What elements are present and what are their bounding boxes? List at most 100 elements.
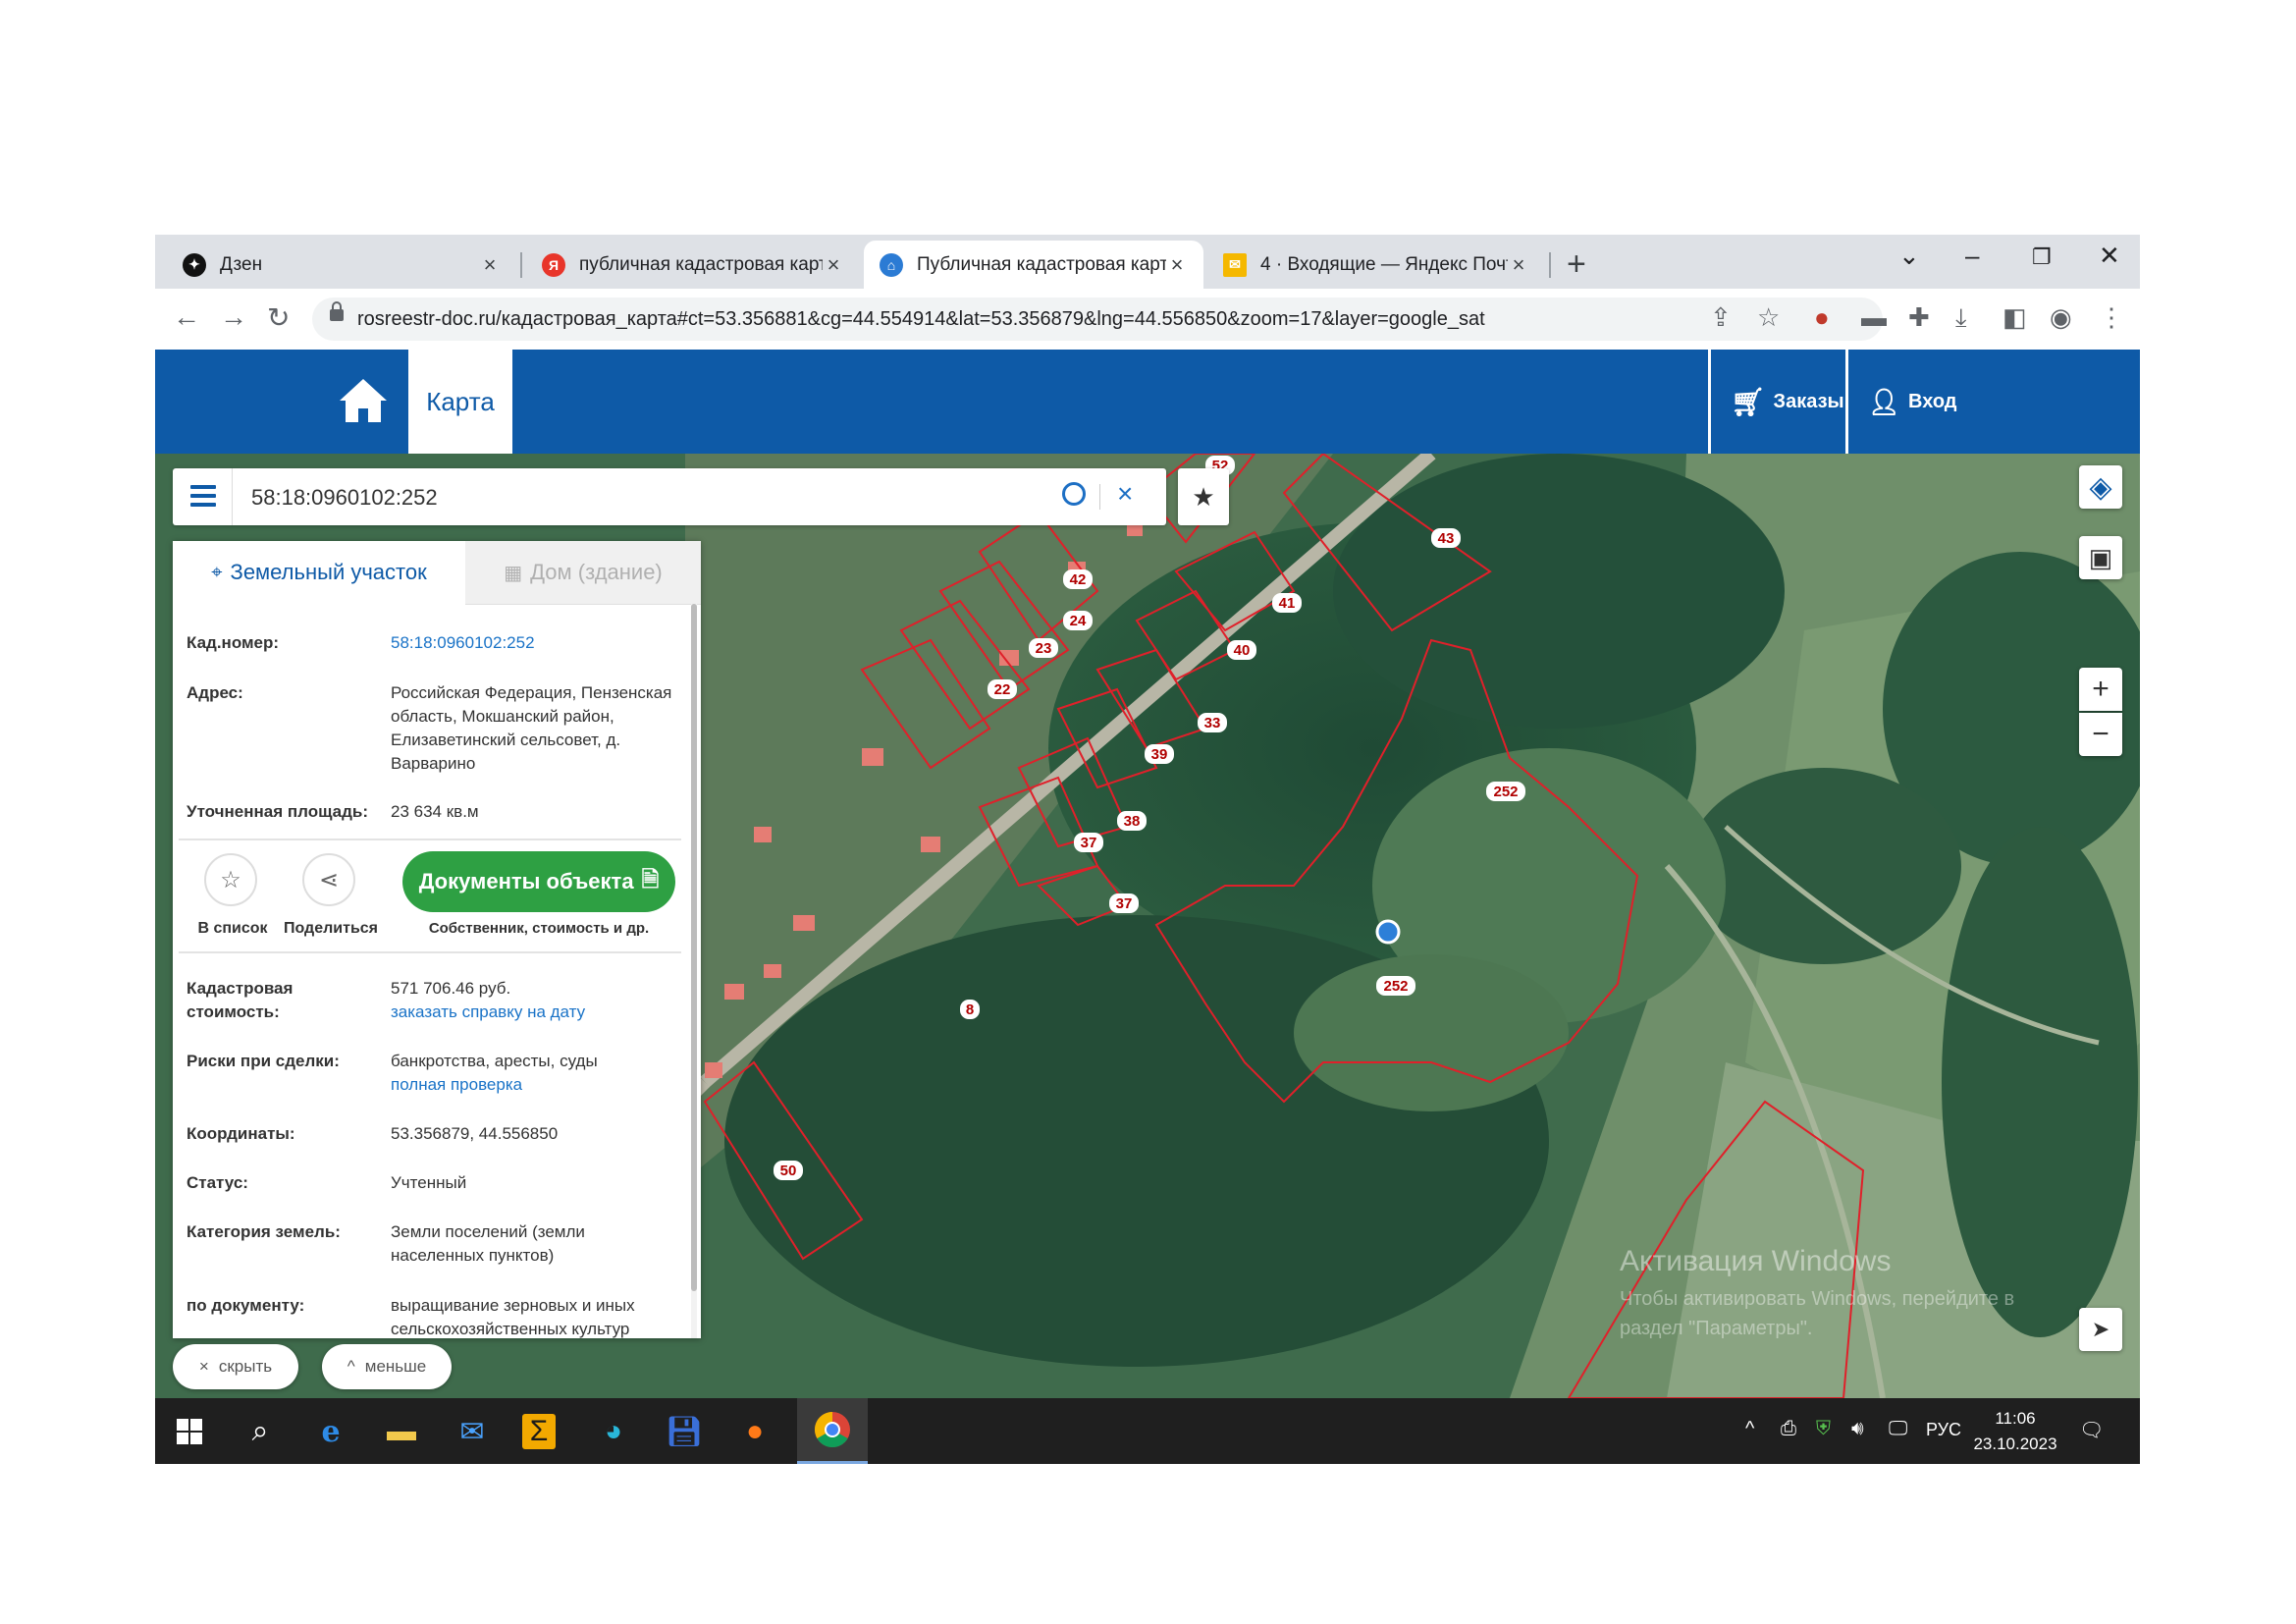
scrollbar-thumb[interactable] bbox=[691, 604, 697, 1291]
share-button[interactable]: ⋖ bbox=[302, 853, 355, 906]
svg-text:42: 42 bbox=[1070, 571, 1087, 588]
parcel-label: 39 bbox=[1145, 744, 1174, 764]
tab-yandex-mail[interactable]: ✉ 4 · Входящие — Яндекс Почта × bbox=[1207, 241, 1545, 289]
internet-explorer-icon[interactable]: e bbox=[310, 1411, 351, 1452]
tab-house[interactable]: ▦ Дом (здание) bbox=[465, 541, 701, 605]
ruler-icon[interactable]: ▣ bbox=[2079, 536, 2122, 579]
orders-button[interactable]: 🛒︎ Заказы bbox=[1708, 350, 1845, 454]
tab-separator bbox=[1549, 252, 1551, 278]
home-icon[interactable] bbox=[338, 375, 389, 426]
hide-panel-button[interactable]: × скрыть bbox=[173, 1344, 298, 1389]
extension-icon[interactable]: ● bbox=[1814, 302, 1830, 333]
bookmark-star-icon[interactable]: ☆ bbox=[1757, 302, 1780, 333]
forward-icon[interactable]: → bbox=[220, 301, 247, 333]
antivirus-icon[interactable]: ⛨ bbox=[1816, 1418, 1831, 1440]
parcel-label: 37 bbox=[1109, 893, 1139, 913]
layers-icon[interactable]: ◈ bbox=[2079, 465, 2122, 509]
reload-icon[interactable]: ↻ bbox=[267, 301, 290, 334]
extension-icon[interactable]: ▬ bbox=[1861, 302, 1887, 333]
menu-icon[interactable] bbox=[190, 485, 216, 512]
chevron-up-icon[interactable]: ^ bbox=[1745, 1418, 1754, 1440]
order-certificate-link[interactable]: заказать справку на дату bbox=[391, 1001, 675, 1024]
tab-cadastral-map[interactable]: ⌂ Публичная кадастровая карта × bbox=[864, 241, 1203, 289]
svg-text:37: 37 bbox=[1116, 895, 1133, 912]
chrome-taskbar-active[interactable] bbox=[797, 1398, 868, 1464]
chrome-icon bbox=[814, 1412, 850, 1448]
full-check-link[interactable]: полная проверка bbox=[391, 1073, 675, 1097]
field-label: Адрес: bbox=[187, 683, 243, 702]
object-info-panel: ⌖ Земельный участок ▦ Дом (здание) Кад.н… bbox=[173, 541, 701, 1338]
parcel-label: 37 bbox=[1074, 833, 1103, 852]
star-outline-icon: ☆ bbox=[220, 866, 241, 893]
field-label: по документу: bbox=[187, 1296, 305, 1315]
login-button[interactable]: 👤︎ Вход bbox=[1845, 350, 1973, 454]
panel-scrollbar[interactable] bbox=[691, 604, 697, 1338]
share-page-icon[interactable]: ⇪ bbox=[1710, 302, 1732, 333]
location-marker[interactable] bbox=[1375, 919, 1401, 945]
parcel-label: 252 bbox=[1486, 782, 1525, 801]
search-input[interactable] bbox=[249, 468, 1039, 527]
minimize-icon[interactable]: – bbox=[1965, 241, 1979, 271]
dzen-icon: ✦ bbox=[183, 252, 206, 277]
favorite-star-button[interactable]: ★ bbox=[1178, 468, 1229, 525]
notifications-icon[interactable]: 🗨︎ bbox=[2079, 1418, 2104, 1442]
search-icon[interactable]: ⌕ bbox=[240, 1411, 281, 1452]
kad-number-link[interactable]: 58:18:0960102:252 bbox=[391, 631, 675, 655]
network-icon[interactable]: 🖵︎ bbox=[1889, 1418, 1907, 1440]
tab-label: 4 · Входящие — Яндекс Почта bbox=[1260, 253, 1508, 275]
field-value: Российская Федерация, Пензенская область… bbox=[391, 683, 672, 773]
close-icon[interactable]: × bbox=[823, 252, 844, 278]
tab-yandex-search[interactable]: Я публичная кадастровая карта - × bbox=[526, 241, 860, 289]
search-icon[interactable] bbox=[1062, 482, 1086, 506]
field-value: 571 706.46 руб. заказать справку на дату bbox=[391, 977, 675, 1024]
device-icon[interactable]: ⎙ bbox=[1781, 1418, 1796, 1440]
add-to-list-button[interactable]: ☆ bbox=[204, 853, 257, 906]
zoom-in-button[interactable]: + bbox=[2079, 668, 2122, 711]
share-label: Поделиться bbox=[283, 920, 379, 937]
restore-icon[interactable]: ❐ bbox=[2032, 244, 2052, 270]
tab-label: публичная кадастровая карта - bbox=[579, 253, 823, 275]
back-icon[interactable]: ← bbox=[173, 301, 200, 333]
profile-icon[interactable]: ◉ bbox=[2050, 302, 2072, 333]
chevron-up-icon: ^ bbox=[347, 1357, 355, 1376]
language-indicator[interactable]: РУС bbox=[1926, 1420, 1961, 1440]
divider bbox=[232, 468, 233, 525]
close-icon[interactable]: × bbox=[1508, 252, 1529, 278]
mail-app-icon[interactable]: ✉ bbox=[452, 1411, 493, 1452]
less-button[interactable]: ^ меньше bbox=[322, 1344, 452, 1389]
system-clock[interactable]: 11:06 23.10.2023 bbox=[1973, 1406, 2057, 1457]
close-icon[interactable]: × bbox=[1166, 252, 1188, 278]
new-tab-button[interactable]: + bbox=[1567, 244, 1586, 284]
edge-icon[interactable]: ◕ bbox=[593, 1411, 634, 1452]
volume-icon[interactable]: 🔊︎ bbox=[1851, 1418, 1864, 1440]
save-icon[interactable]: 💾︎ bbox=[664, 1411, 705, 1452]
panel-tabs: ⌖ Земельный участок ▦ Дом (здание) bbox=[173, 541, 701, 605]
address-bar[interactable]: rosreestr-doc.ru/кадастровая_карта#ct=53… bbox=[312, 298, 1883, 341]
svg-text:23: 23 bbox=[1036, 640, 1052, 657]
cost-value: 571 706.46 руб. bbox=[391, 979, 511, 998]
zoom-out-button[interactable]: − bbox=[2079, 713, 2122, 756]
window-close-icon[interactable]: ✕ bbox=[2099, 241, 2120, 271]
field-value: Земли поселений (земли населенных пункто… bbox=[391, 1222, 585, 1265]
svg-text:39: 39 bbox=[1151, 746, 1168, 763]
svg-text:38: 38 bbox=[1124, 813, 1141, 830]
locate-icon[interactable]: ➤ bbox=[2079, 1308, 2122, 1351]
side-panel-icon[interactable]: ◧ bbox=[2002, 302, 2027, 333]
download-icon[interactable]: ⤓ bbox=[1955, 302, 1967, 334]
file-explorer-icon[interactable]: ▬ bbox=[381, 1411, 422, 1452]
nav-map-tab[interactable]: Карта bbox=[408, 350, 512, 454]
tab-dzen[interactable]: ✦ Дзен × bbox=[167, 241, 516, 289]
tab-search-icon[interactable]: ⌄ bbox=[1898, 241, 1920, 271]
menu-dots-icon[interactable]: ⋮ bbox=[2099, 302, 2124, 333]
tab-land-plot[interactable]: ⌖ Земельный участок bbox=[173, 541, 465, 604]
object-documents-button[interactable]: Документы объекта 🗎︎ bbox=[402, 851, 675, 912]
clear-icon[interactable]: × bbox=[1117, 478, 1133, 510]
close-icon[interactable]: × bbox=[479, 252, 501, 278]
lock-icon bbox=[330, 301, 344, 321]
windows-start-icon[interactable] bbox=[169, 1411, 210, 1452]
calc-app-icon[interactable]: Σ bbox=[522, 1414, 556, 1449]
puzzle-icon[interactable]: ✚ bbox=[1908, 302, 1930, 333]
firefox-icon[interactable]: ● bbox=[734, 1411, 775, 1452]
field-label: Категория земель: bbox=[187, 1222, 341, 1241]
tab-label: Земельный участок bbox=[230, 560, 427, 584]
